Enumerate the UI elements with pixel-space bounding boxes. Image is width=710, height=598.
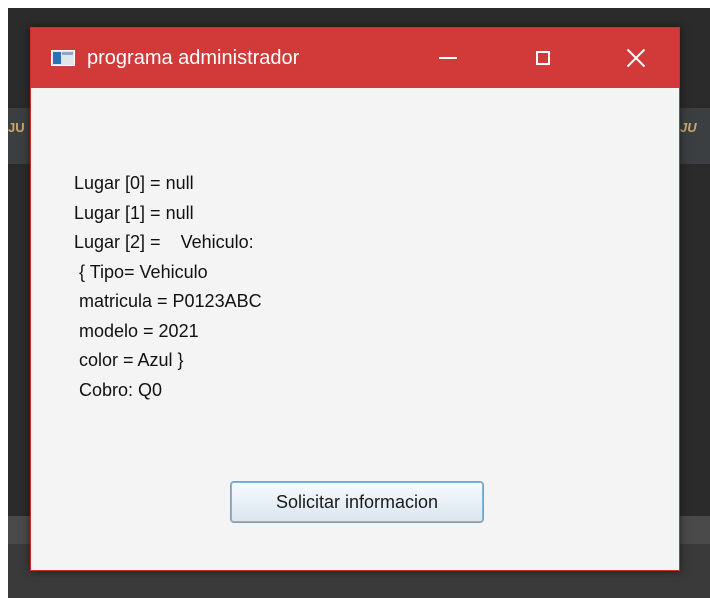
close-button[interactable] [601,28,671,88]
request-info-button[interactable]: Solicitar informacion [230,481,484,523]
java-app-icon [51,50,75,66]
title-bar[interactable]: programa administrador [31,28,679,88]
maximize-button[interactable] [508,28,578,88]
minimize-icon [439,57,457,59]
background-text-fragment-right: JU [680,120,697,135]
close-icon [626,48,646,68]
background-text-fragment-left: JU [8,120,25,135]
window-title: programa administrador [87,47,300,69]
minimize-button[interactable] [413,28,483,88]
window-content: Lugar [0] = null Lugar [1] = null Lugar … [31,88,679,570]
dialog-window: programa administrador Lugar [0] = null … [30,27,680,571]
parking-info-label: Lugar [0] = null Lugar [1] = null Lugar … [74,173,262,400]
maximize-icon [536,51,550,65]
